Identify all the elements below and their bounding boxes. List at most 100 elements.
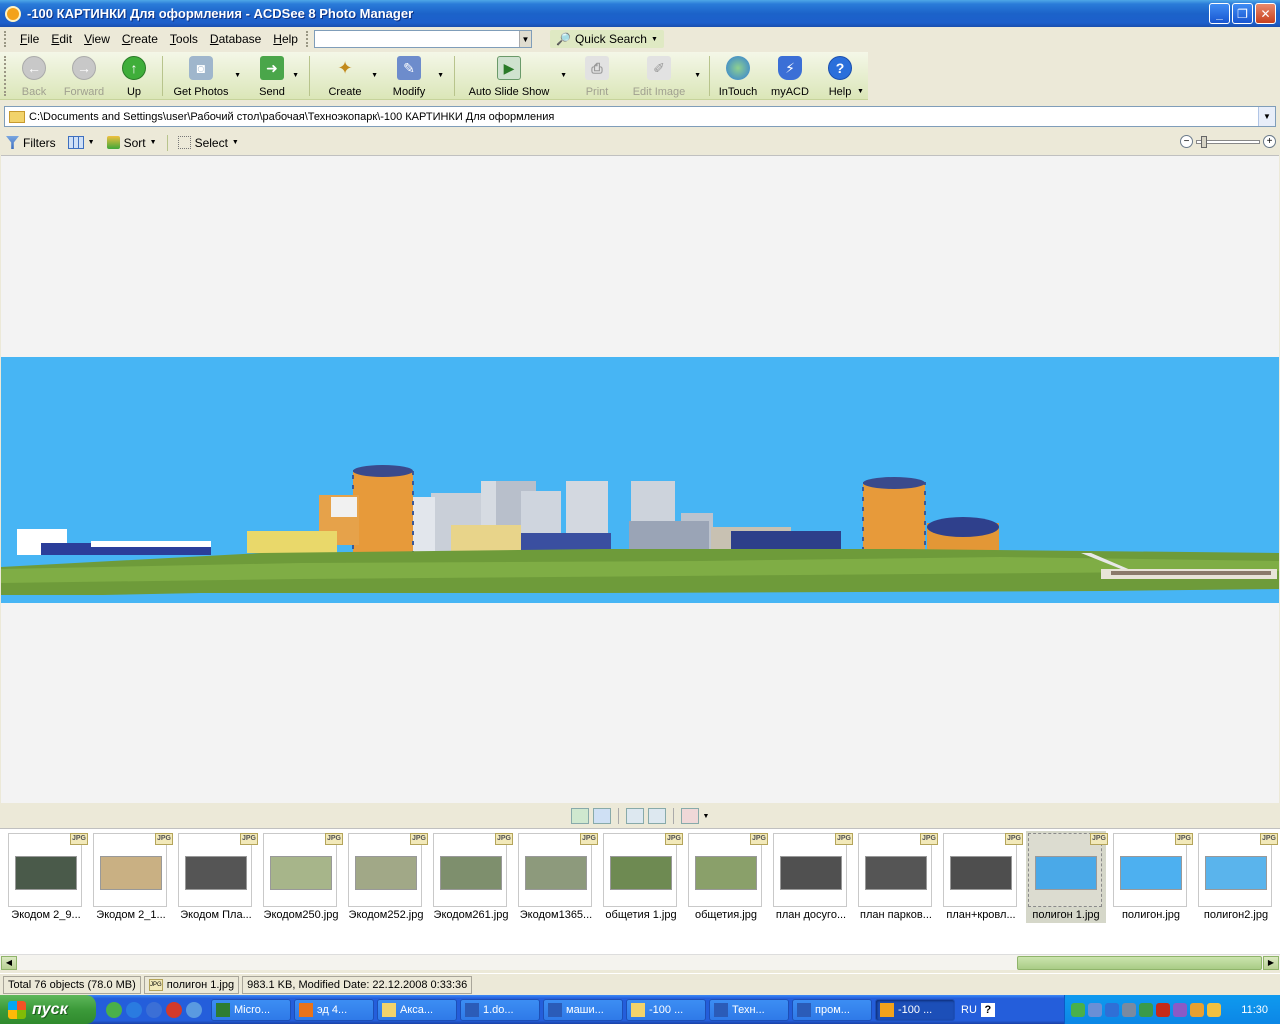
taskbar-button[interactable]: эд 4... [294, 998, 374, 1021]
get-photos-dropdown-icon[interactable]: ▼ [234, 72, 241, 79]
image-viewer[interactable] [1, 155, 1279, 803]
thumbnail-item[interactable]: JPG полигон.jpg [1111, 831, 1193, 923]
tray-icon[interactable] [1088, 1002, 1102, 1017]
thumbnail-item[interactable]: JPG Экодом1365... [516, 831, 598, 923]
thumbnail-item[interactable]: JPG план досуго... [771, 831, 853, 923]
edit-tools-icon[interactable] [680, 808, 699, 824]
menu-tools[interactable]: Tools [164, 32, 204, 46]
create-dropdown-icon[interactable]: ▼ [371, 72, 378, 79]
get-photos-button[interactable]: ◙ Get Photos ▼ [169, 52, 241, 100]
send-dropdown-icon[interactable]: ▼ [292, 72, 299, 79]
quick-search-dropdown[interactable]: ▼ [518, 31, 531, 47]
taskbar-button[interactable]: Акса... [377, 998, 457, 1021]
antivirus-icon[interactable] [1156, 1002, 1170, 1017]
thumbnail-item[interactable]: JPG Экодом261.jpg [431, 831, 513, 923]
edit-image-dropdown-icon[interactable]: ▼ [694, 72, 701, 79]
thumbnail-item[interactable]: JPG полигон2.jpg [1196, 831, 1278, 923]
menu-create[interactable]: Create [116, 32, 164, 46]
zoom-in-icon[interactable]: + [1263, 135, 1276, 148]
chevron-down-icon[interactable]: ▼ [703, 813, 710, 820]
filmstrip-scrollbar[interactable]: ◀ ▶ [0, 954, 1280, 970]
up-button[interactable]: ↑ Up [112, 52, 156, 100]
media-player-icon[interactable] [106, 1001, 122, 1018]
start-button[interactable]: пуск [0, 995, 96, 1024]
system-tray: 11:30 [1064, 995, 1280, 1024]
close-button[interactable]: ✕ [1255, 3, 1276, 24]
tray-icon[interactable] [1173, 1002, 1187, 1017]
send-button[interactable]: ➜ Send ▼ [241, 52, 303, 100]
thumbnail-item[interactable]: JPG план парков... [856, 831, 938, 923]
thumbnail-item[interactable]: JPG план+кровл... [941, 831, 1023, 923]
previous-image-icon[interactable] [570, 808, 589, 824]
taskbar-button[interactable]: 1.do... [460, 998, 540, 1021]
next-image-icon[interactable] [592, 808, 611, 824]
tray-icon[interactable] [1139, 1002, 1153, 1017]
address-bar[interactable]: C:\Documents and Settings\user\Рабочий с… [4, 106, 1276, 127]
edit-image-button[interactable]: ✐ Edit Image ▼ [627, 52, 701, 100]
thumbnail-item[interactable]: JPG общетия 1.jpg [601, 831, 683, 923]
ie-icon[interactable] [126, 1001, 142, 1018]
tray-icon[interactable] [1207, 1002, 1221, 1017]
zoom-slider-thumb[interactable] [1201, 135, 1207, 148]
show-desktop-icon[interactable] [146, 1001, 162, 1018]
taskbar-button[interactable]: -100 ... [875, 998, 955, 1021]
view-mode-button[interactable]: ▼ [62, 136, 101, 149]
intouch-button[interactable]: InTouch [716, 52, 760, 100]
select-button[interactable]: Select ▼ [172, 136, 245, 150]
thumbnail-item[interactable]: JPG Экодом 2_9... [6, 831, 88, 923]
rotate-right-icon[interactable] [647, 808, 666, 824]
modify-dropdown-icon[interactable]: ▼ [437, 72, 444, 79]
minimize-button[interactable]: _ [1209, 3, 1230, 24]
taskbar-button[interactable]: Техн... [709, 998, 789, 1021]
status-info: 983.1 KB, Modified Date: 22.12.2008 0:33… [242, 975, 473, 994]
help-icon[interactable]: ? [980, 1002, 995, 1017]
slideshow-dropdown-icon[interactable]: ▼ [560, 72, 567, 79]
thumbnail-item[interactable]: JPG полигон 1.jpg [1026, 831, 1108, 923]
back-button[interactable]: ← Back [12, 52, 56, 100]
create-button[interactable]: ✦ Create ▼ [316, 52, 378, 100]
zoom-slider[interactable] [1196, 135, 1260, 148]
toolbar-grip[interactable] [4, 56, 8, 96]
taskbar-button[interactable]: маши... [543, 998, 623, 1021]
toolbar-overflow-icon[interactable]: ▼ [857, 88, 864, 95]
rotate-left-icon[interactable] [625, 808, 644, 824]
taskbar-button[interactable]: пром... [792, 998, 872, 1021]
auto-slide-show-button[interactable]: ▶ Auto Slide Show ▼ [461, 52, 567, 100]
filters-button[interactable]: Filters [0, 136, 62, 150]
menu-help[interactable]: Help [267, 32, 304, 46]
address-dropdown-icon[interactable]: ▼ [1258, 107, 1275, 126]
menu-file[interactable]: File [14, 32, 45, 46]
scroll-right-icon[interactable]: ▶ [1263, 956, 1279, 970]
help-button[interactable]: ? Help [818, 52, 862, 100]
tray-icon[interactable] [1122, 1002, 1136, 1017]
menubar-grip[interactable] [4, 31, 8, 47]
tray-icon[interactable] [1105, 1002, 1119, 1017]
quick-search-input[interactable] [313, 30, 532, 48]
maximize-button[interactable]: ❐ [1232, 3, 1253, 24]
menu-edit[interactable]: Edit [45, 32, 78, 46]
print-button[interactable]: ⎙ Print [573, 52, 621, 100]
forward-button[interactable]: → Forward [56, 52, 112, 100]
acdsee-app-icon[interactable] [5, 5, 21, 22]
tray-icon[interactable] [1071, 1002, 1085, 1017]
quick-launch-app-icon[interactable] [186, 1001, 202, 1018]
sort-button[interactable]: Sort ▼ [101, 136, 163, 150]
quick-search-button[interactable]: 🔎 Quick Search ▼ [549, 30, 664, 48]
opera-icon[interactable] [166, 1001, 182, 1018]
scroll-left-icon[interactable]: ◀ [1, 956, 17, 970]
thumbnail-item[interactable]: JPG общетия.jpg [686, 831, 768, 923]
myacd-button[interactable]: ⚡ myACD [766, 52, 814, 100]
tray-icon[interactable] [1190, 1002, 1204, 1017]
modify-button[interactable]: ✎ Modify ▼ [378, 52, 444, 100]
thumbnail-item[interactable]: JPG Экодом252.jpg [346, 831, 428, 923]
thumbnail-item[interactable]: JPG Экодом 2_1... [91, 831, 173, 923]
thumbnail-item[interactable]: JPG Экодом Пла... [176, 831, 258, 923]
language-indicator[interactable]: RU [961, 1004, 977, 1016]
thumbnail-item[interactable]: JPG Экодом250.jpg [261, 831, 343, 923]
menu-database[interactable]: Database [204, 32, 267, 46]
taskbar-button[interactable]: Micro... [211, 998, 291, 1021]
scrollbar-thumb[interactable] [1017, 956, 1262, 970]
menu-view[interactable]: View [78, 32, 116, 46]
taskbar-button[interactable]: -100 ... [626, 998, 706, 1021]
zoom-out-icon[interactable]: − [1180, 135, 1193, 148]
